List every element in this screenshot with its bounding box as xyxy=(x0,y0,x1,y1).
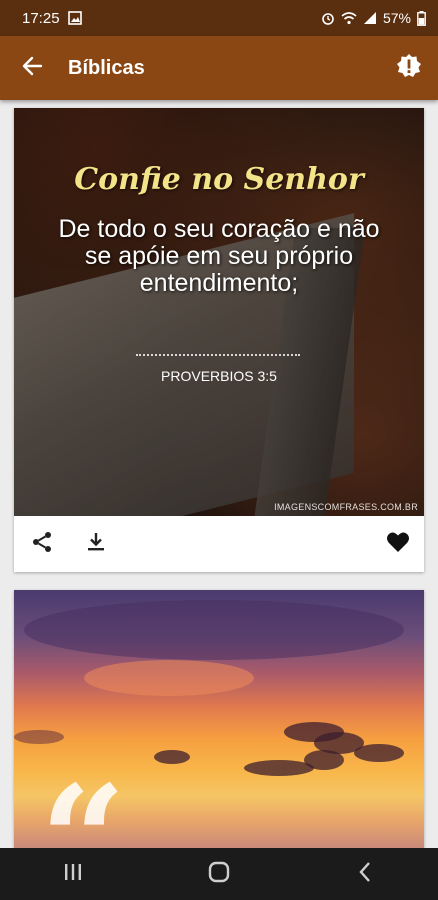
cloud-shape xyxy=(244,760,314,776)
status-right: 57% xyxy=(321,10,426,26)
heart-icon xyxy=(386,531,410,558)
content-list[interactable]: Confie no Senhor De todo o seu coração e… xyxy=(0,100,438,848)
image-icon xyxy=(67,11,82,25)
share-button[interactable] xyxy=(28,530,56,558)
back-icon xyxy=(357,861,373,888)
image-card: Confie no Senhor De todo o seu coração e… xyxy=(14,108,424,572)
cloud-shape xyxy=(14,730,64,744)
recents-icon xyxy=(62,862,84,887)
system-nav-bar xyxy=(0,848,438,900)
nav-back-button[interactable] xyxy=(335,852,395,896)
alert-badge-icon xyxy=(396,53,422,84)
quote-mark: “ xyxy=(40,753,127,848)
signal-icon xyxy=(363,11,377,25)
quote-text: De todo o seu coração e não se apóie em … xyxy=(58,215,380,297)
alarm-icon xyxy=(321,11,335,25)
download-icon xyxy=(85,531,107,558)
quote-reference: PROVERBIOS 3:5 xyxy=(161,368,277,384)
home-button[interactable] xyxy=(189,852,249,896)
share-icon xyxy=(30,530,54,559)
home-icon xyxy=(207,860,231,889)
app-bar: Bíblicas xyxy=(0,36,438,100)
recents-button[interactable] xyxy=(43,852,103,896)
cloud-shape xyxy=(24,600,404,660)
status-bar: 17:25 57% xyxy=(0,0,438,36)
card-actions xyxy=(14,516,424,572)
quote-image[interactable]: Confie no Senhor De todo o seu coração e… xyxy=(14,108,424,516)
image-card: “ xyxy=(14,590,424,848)
watermark: IMAGENSCOMFRASES.COM.BR xyxy=(274,502,418,512)
battery-icon xyxy=(417,10,426,26)
cloud-shape xyxy=(154,750,190,764)
cloud-shape xyxy=(84,660,254,696)
wifi-icon xyxy=(341,11,357,25)
quote-title: Confie no Senhor xyxy=(74,162,364,197)
cloud-shape xyxy=(304,750,344,770)
arrow-back-icon xyxy=(21,55,43,82)
battery-text: 57% xyxy=(382,10,411,26)
report-button[interactable] xyxy=(394,53,424,83)
status-left: 17:25 xyxy=(22,10,82,27)
quote-image[interactable]: “ xyxy=(14,590,424,848)
cloud-shape xyxy=(354,744,404,762)
download-button[interactable] xyxy=(82,530,110,558)
status-time: 17:25 xyxy=(22,9,60,27)
back-button[interactable] xyxy=(4,36,60,100)
quote-divider xyxy=(136,354,300,356)
page-title: Bíblicas xyxy=(68,56,145,79)
favorite-button[interactable] xyxy=(384,530,412,558)
